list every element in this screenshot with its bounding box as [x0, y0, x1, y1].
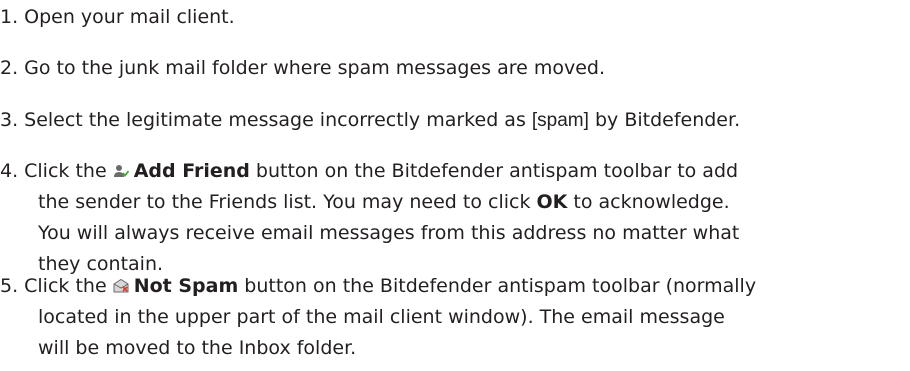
- step-text: Select the legitimate message incorrectl…: [24, 109, 526, 131]
- step-number: 5.: [0, 275, 19, 297]
- instruction-steps: 1. Open your mail client. 2. Go to the jun…: [0, 0, 910, 371]
- step-number: 1.: [0, 6, 19, 28]
- step-4: 4. Click the Add Friend button on the Bit…: [0, 156, 900, 280]
- step-text-after: by Bitdefender.: [594, 109, 741, 131]
- step-number: 2.: [0, 57, 19, 79]
- step-text-line3: You will always receive email messages f…: [38, 222, 740, 244]
- step-1: 1. Open your mail client.: [0, 2, 900, 33]
- step-text-mid: button on the Bitdefender antispam toolb…: [255, 160, 739, 182]
- not-spam-icon: [113, 278, 129, 293]
- not-spam-label: Not Spam: [133, 275, 239, 297]
- step-text-mid: button on the Bitdefender antispam toolb…: [244, 275, 757, 297]
- step-text: Open your mail client.: [24, 6, 235, 28]
- step-number: 3.: [0, 109, 19, 131]
- step-text-line3: will be moved to the Inbox folder.: [38, 337, 357, 359]
- step-text: Click the: [24, 160, 107, 182]
- step-text-line2: the sender to the Friends list. You may …: [38, 191, 531, 213]
- step-text: Go to the junk mail folder where spam me…: [24, 57, 606, 79]
- step-text-line2: located in the upper part of the mail cl…: [38, 306, 725, 328]
- step-3: 3. Select the legitimate message incorrec…: [0, 105, 900, 136]
- add-friend-icon: [113, 165, 129, 177]
- step-2: 2. Go to the junk mail folder where spam …: [0, 53, 900, 84]
- step-number: 4.: [0, 160, 19, 182]
- step-5: 5. Click the Not Spam button on the Bitde…: [0, 271, 900, 364]
- step-text: Click the: [24, 275, 107, 297]
- step-text-line2-post: to acknowledge.: [573, 191, 730, 213]
- add-friend-label: Add Friend: [133, 160, 250, 182]
- ok-label: OK: [536, 191, 568, 213]
- spam-tag: [spam]: [531, 110, 589, 131]
